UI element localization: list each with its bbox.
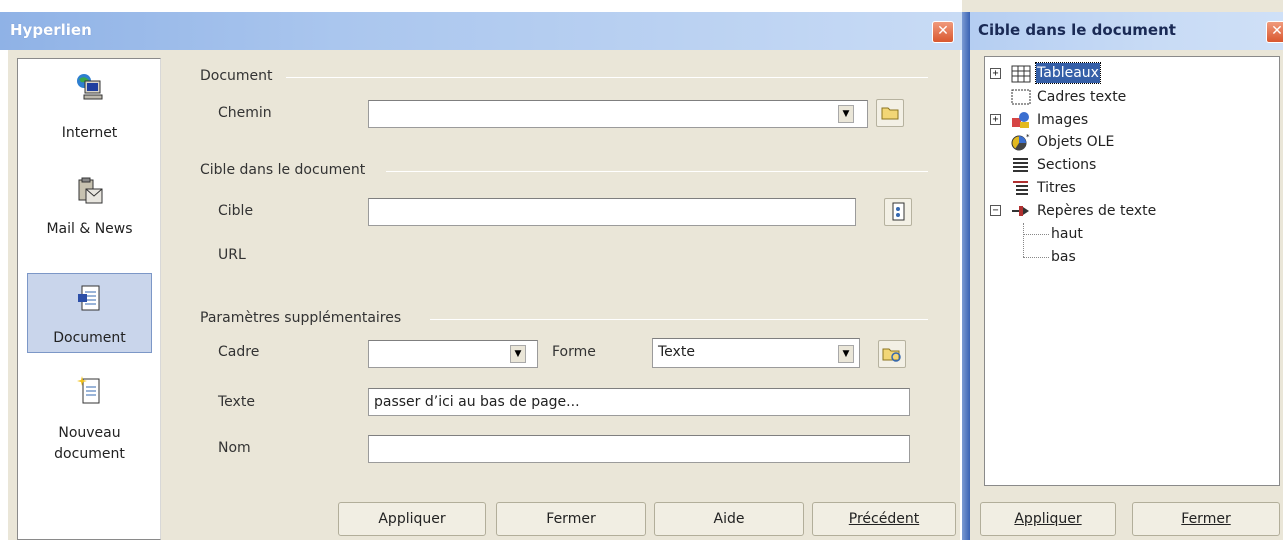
tree-connector: [1023, 223, 1024, 257]
target-close-label: Fermer: [1181, 511, 1231, 527]
mail-clipboard-icon: [76, 177, 104, 207]
folder-macro-icon: [882, 348, 901, 362]
tree-label: Objets OLE: [1037, 134, 1115, 150]
target-apply-label: Appliquer: [1014, 511, 1082, 527]
tree-item-ole-objects[interactable]: * Objets OLE: [985, 131, 1275, 153]
tree-item-headings[interactable]: Titres: [985, 177, 1275, 199]
hyperlink-title: Hyperlien: [10, 21, 92, 39]
target-close-button[interactable]: Fermer: [1132, 502, 1280, 536]
tree-label: Titres: [1037, 180, 1076, 196]
category-panel: Internet Mail & News Document Nouveau do…: [17, 58, 161, 540]
apply-button[interactable]: Appliquer: [338, 502, 486, 536]
bookmark-pin-icon: [1012, 206, 1029, 216]
tree-item-text-frames[interactable]: Cadres texte: [985, 86, 1275, 108]
url-label: URL: [218, 247, 246, 263]
category-label: Internet: [61, 125, 118, 141]
section-extra-heading: Paramètres supplémentaires: [200, 310, 402, 326]
target-tree: + Tableaux Cadres texte + Images * Objet…: [984, 56, 1280, 486]
globe-computer-icon: [76, 73, 104, 103]
tree-label: bas: [1051, 249, 1076, 265]
new-document-icon: [76, 375, 104, 405]
expand-icon[interactable]: +: [990, 68, 1001, 79]
target-input[interactable]: [368, 198, 856, 226]
form-dropdown-arrow[interactable]: ▼: [838, 345, 854, 363]
window-border: [962, 12, 970, 540]
tree-label: Tableaux: [1035, 62, 1101, 84]
category-label: Document: [53, 330, 126, 346]
text-frame-icon: [1011, 89, 1031, 105]
svg-text:*: *: [1026, 133, 1030, 141]
close-icon[interactable]: ✕: [932, 21, 954, 43]
name-label: Nom: [218, 440, 251, 456]
ole-object-icon: *: [1011, 133, 1030, 151]
tree-item-sections[interactable]: Sections: [985, 154, 1275, 176]
path-combobox[interactable]: [368, 100, 868, 128]
tree-item-images[interactable]: + Images: [985, 109, 1275, 131]
expand-icon[interactable]: +: [990, 114, 1001, 125]
hyperlink-titlebar[interactable]: Hyperlien ✕: [0, 12, 962, 50]
tree-item-bookmark-haut[interactable]: haut: [1051, 223, 1251, 245]
tree-label: Cadres texte: [1037, 89, 1127, 105]
close-icon[interactable]: ✕: [1266, 21, 1283, 43]
target-titlebar[interactable]: Cible dans le document ✕: [970, 12, 1283, 50]
category-document[interactable]: Document: [27, 273, 152, 353]
tree-item-tableaux[interactable]: + Tableaux: [985, 62, 1275, 85]
tree-item-bookmark-bas[interactable]: bas: [1051, 246, 1251, 268]
form-label: Forme: [552, 344, 596, 360]
target-in-document-button[interactable]: [884, 198, 912, 226]
section-divider: [430, 319, 928, 320]
category-label: Mail & News: [46, 221, 133, 237]
category-internet[interactable]: Internet: [27, 73, 152, 153]
section-target-heading: Cible dans le document: [200, 162, 366, 178]
close-button[interactable]: Fermer: [496, 502, 646, 536]
collapse-icon[interactable]: −: [990, 205, 1001, 216]
tree-item-bookmarks[interactable]: − Repères de texte: [985, 200, 1275, 222]
text-input[interactable]: passer d’ici au bas de page...: [368, 388, 910, 416]
text-label: Texte: [218, 394, 255, 410]
category-label: Nouveau document: [54, 425, 125, 462]
form-select[interactable]: Texte: [652, 338, 860, 368]
target-dialog: Cible dans le document ✕ + Tableaux Cadr…: [962, 0, 1283, 540]
headings-icon: [1013, 181, 1028, 195]
folder-icon: [881, 107, 899, 120]
hyperlink-body: Internet Mail & News Document Nouveau do…: [8, 50, 960, 540]
section-divider: [386, 171, 928, 172]
tree-label: haut: [1051, 226, 1083, 242]
section-document-heading: Document: [200, 68, 273, 84]
path-dropdown-arrow[interactable]: ▼: [838, 105, 854, 123]
tree-label: Images: [1037, 112, 1089, 128]
document-target-icon: [892, 202, 905, 221]
target-apply-button[interactable]: Appliquer: [980, 502, 1116, 536]
target-label: Cible: [218, 203, 254, 219]
help-button[interactable]: Aide: [654, 502, 804, 536]
document-arrow-icon: [76, 284, 104, 314]
tree-label: Repères de texte: [1037, 203, 1157, 219]
table-icon: [1011, 65, 1031, 83]
category-new-document[interactable]: Nouveau document: [27, 375, 152, 475]
frame-label: Cadre: [218, 344, 260, 360]
tree-connector: [1023, 257, 1049, 258]
hyperlink-dialog: Hyperlien ✕ Internet Mail & News Documen…: [0, 0, 962, 540]
events-button[interactable]: [878, 340, 906, 368]
tree-label: Sections: [1037, 157, 1097, 173]
open-file-button[interactable]: [876, 99, 904, 127]
sections-icon: [1013, 158, 1028, 172]
frame-dropdown-arrow[interactable]: ▼: [510, 345, 526, 363]
name-input[interactable]: [368, 435, 910, 463]
path-label: Chemin: [218, 105, 272, 121]
category-mail-news[interactable]: Mail & News: [27, 177, 152, 247]
target-dialog-title: Cible dans le document: [978, 21, 1176, 39]
images-icon: [1012, 112, 1029, 128]
previous-button[interactable]: Précédent: [812, 502, 956, 536]
section-divider: [286, 77, 928, 78]
previous-button-label: Précédent: [848, 511, 920, 527]
tree-connector: [1023, 234, 1049, 235]
